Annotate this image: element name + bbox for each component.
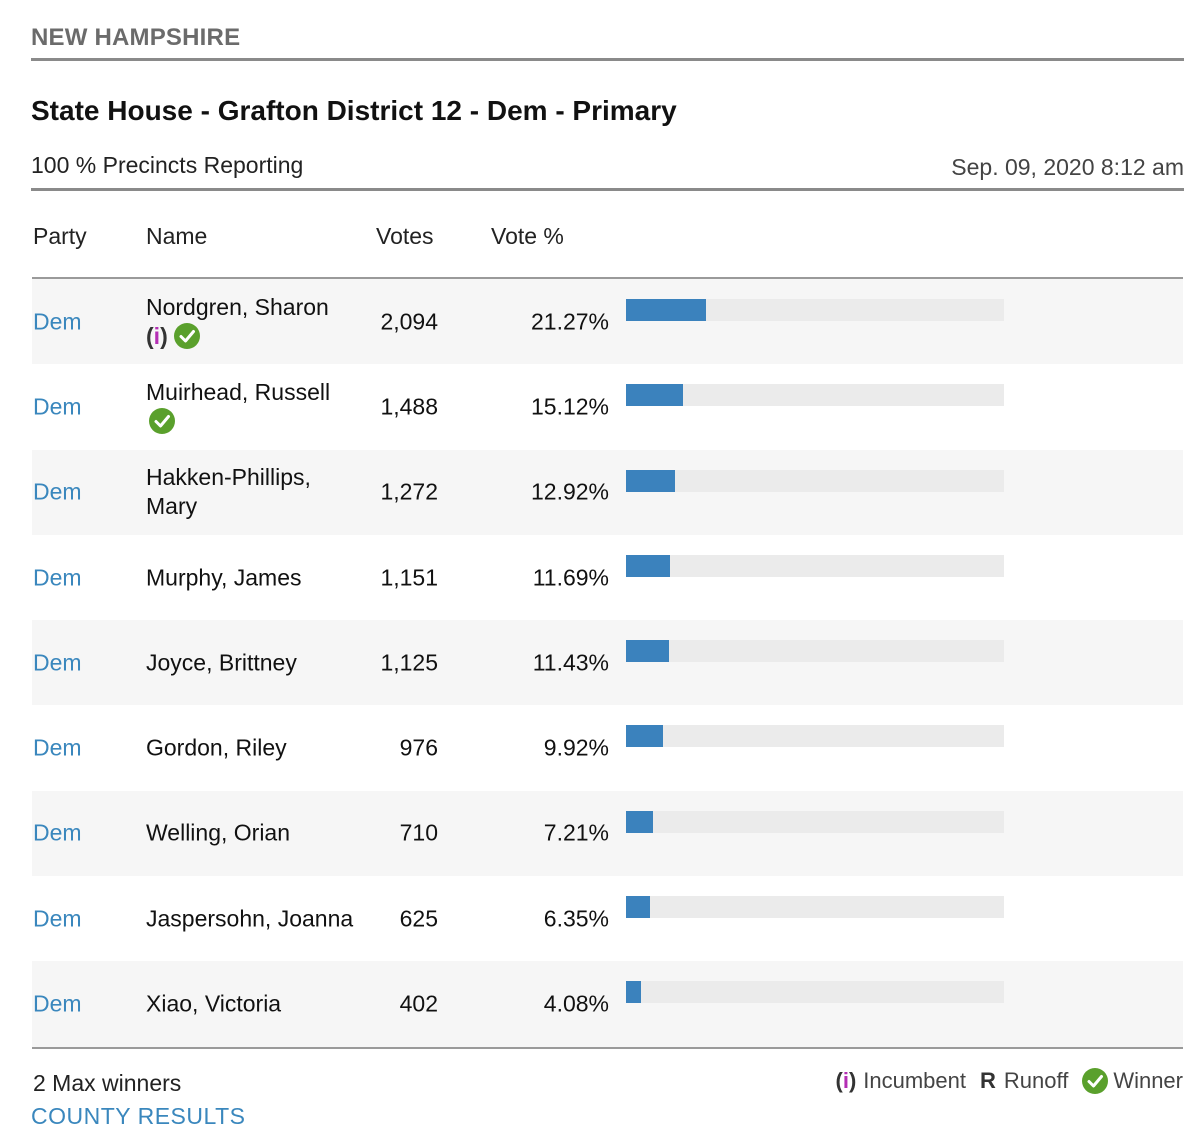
state-header: NEW HAMPSHIRE bbox=[31, 24, 241, 51]
vote-bar-track bbox=[626, 810, 1004, 833]
table-row: Dem Murphy, James 1,151 11.69% bbox=[32, 535, 1183, 620]
table-row: Dem Hakken-Phillips, Mary 1,272 12.92% bbox=[32, 449, 1183, 535]
party-link[interactable]: Dem bbox=[33, 905, 82, 932]
vote-percent: 6.35% bbox=[543, 905, 609, 932]
check-circle-icon bbox=[149, 407, 175, 434]
table-row: Dem Xiao, Victoria 402 4.08% bbox=[32, 961, 1183, 1047]
vote-bar-track bbox=[626, 299, 1004, 321]
vote-bar-track bbox=[626, 384, 1004, 407]
vote-count: 1,125 bbox=[380, 649, 438, 676]
table-row: Dem Welling, Orian 710 7.21% bbox=[32, 790, 1183, 877]
vote-bar-track bbox=[626, 554, 1004, 577]
table-row: Dem Jaspersohn, Joanna 625 6.35% bbox=[32, 876, 1183, 961]
legend-winner-label: Winner bbox=[1113, 1068, 1183, 1093]
candidate-name: Welling, Orian bbox=[146, 819, 291, 846]
vote-count: 2,094 bbox=[380, 308, 438, 335]
header-divider bbox=[31, 58, 1184, 61]
incumbent-icon: (i) bbox=[146, 322, 168, 349]
table-row: Dem Gordon, Riley 976 9.92% bbox=[32, 705, 1183, 790]
vote-count: 1,151 bbox=[380, 564, 438, 591]
column-header-votes: Votes bbox=[376, 223, 434, 249]
vote-percent: 9.92% bbox=[543, 734, 609, 761]
candidate-name: Murphy, James bbox=[146, 564, 302, 591]
vote-bar-fill bbox=[626, 469, 675, 492]
candidate-name: Nordgren, Sharon bbox=[146, 293, 329, 320]
column-header-vote-pct: Vote % bbox=[491, 223, 564, 249]
vote-count: 1,272 bbox=[380, 478, 438, 505]
vote-bar-fill bbox=[626, 725, 664, 748]
county-results-link[interactable]: COUNTY RESULTS bbox=[31, 1103, 245, 1130]
vote-percent: 11.43% bbox=[532, 649, 609, 676]
check-circle-icon bbox=[1082, 1068, 1109, 1094]
party-link[interactable]: Dem bbox=[33, 308, 82, 335]
party-link[interactable]: Dem bbox=[33, 393, 82, 420]
vote-bar-track bbox=[626, 725, 1004, 748]
vote-count: 710 bbox=[399, 819, 438, 846]
table-row: Dem Muirhead, Russell 1,488 15.12% bbox=[32, 364, 1183, 449]
vote-percent: 21.27% bbox=[530, 308, 609, 335]
vote-count: 976 bbox=[399, 734, 438, 761]
race-title: State House - Grafton District 12 - Dem … bbox=[31, 95, 677, 126]
candidate-name: Hakken-Phillips, Mary bbox=[146, 464, 311, 520]
vote-bar-track bbox=[626, 469, 1004, 492]
vote-bar-fill bbox=[626, 640, 670, 663]
party-link[interactable]: Dem bbox=[33, 820, 82, 847]
vote-bar-fill bbox=[626, 299, 707, 321]
vote-bar-fill bbox=[626, 896, 650, 919]
vote-percent: 11.69% bbox=[532, 564, 609, 591]
candidate-name: Muirhead, Russell bbox=[146, 378, 331, 405]
vote-bar-track bbox=[626, 640, 1004, 663]
vote-percent: 4.08% bbox=[543, 990, 609, 1017]
legend-runoff: R Runoff bbox=[980, 1068, 1068, 1094]
vote-percent: 7.21% bbox=[543, 819, 609, 846]
vote-count: 625 bbox=[399, 905, 438, 932]
vote-bar-fill bbox=[626, 810, 654, 833]
vote-percent: 15.12% bbox=[530, 393, 609, 420]
vote-count: 1,488 bbox=[380, 393, 438, 420]
incumbent-icon: (i) bbox=[835, 1068, 857, 1093]
vote-percent: 12.92% bbox=[530, 478, 609, 505]
vote-bar-track bbox=[626, 981, 1004, 1004]
party-link[interactable]: Dem bbox=[33, 991, 82, 1018]
vote-bar-track bbox=[626, 896, 1004, 919]
runoff-icon: R bbox=[980, 1068, 996, 1093]
candidate-name: Gordon, Riley bbox=[146, 734, 287, 761]
vote-bar-fill bbox=[626, 981, 642, 1004]
check-circle-icon bbox=[173, 322, 200, 349]
legend-winner: Winner bbox=[1082, 1068, 1183, 1094]
subheader-divider bbox=[31, 188, 1184, 191]
legend-incumbent-label: Incumbent bbox=[863, 1068, 966, 1093]
table-row: Dem Joyce, Brittney 1,125 11.43% bbox=[32, 620, 1183, 706]
candidate-name: Xiao, Victoria bbox=[146, 990, 282, 1017]
max-winners: 2 Max winners bbox=[33, 1070, 182, 1096]
party-link[interactable]: Dem bbox=[33, 735, 82, 762]
table-row: Dem Nordgren, Sharon (i) 2,094 21.27% bbox=[32, 279, 1183, 365]
vote-count: 402 bbox=[399, 990, 438, 1017]
table-bottom-divider bbox=[32, 1047, 1183, 1049]
vote-bar-fill bbox=[626, 384, 684, 407]
vote-bar-fill bbox=[626, 554, 671, 577]
legend-incumbent: (i) Incumbent bbox=[835, 1068, 966, 1094]
party-link[interactable]: Dem bbox=[33, 649, 82, 676]
party-link[interactable]: Dem bbox=[33, 479, 82, 506]
precincts-reporting: 100 % Precincts Reporting bbox=[31, 152, 304, 178]
candidate-name: Joyce, Brittney bbox=[146, 649, 297, 676]
results-table: Dem Nordgren, Sharon (i) 2,094 21.27% Dem Muir… bbox=[32, 279, 1183, 1047]
column-header-party: Party bbox=[33, 223, 87, 249]
legend-runoff-label: Runoff bbox=[1003, 1068, 1069, 1093]
last-updated: Sep. 09, 2020 8:12 am bbox=[951, 154, 1184, 180]
column-header-name: Name bbox=[146, 223, 208, 249]
party-link[interactable]: Dem bbox=[33, 564, 82, 591]
legend: (i) Incumbent R Runoff Winner bbox=[821, 1068, 1183, 1094]
